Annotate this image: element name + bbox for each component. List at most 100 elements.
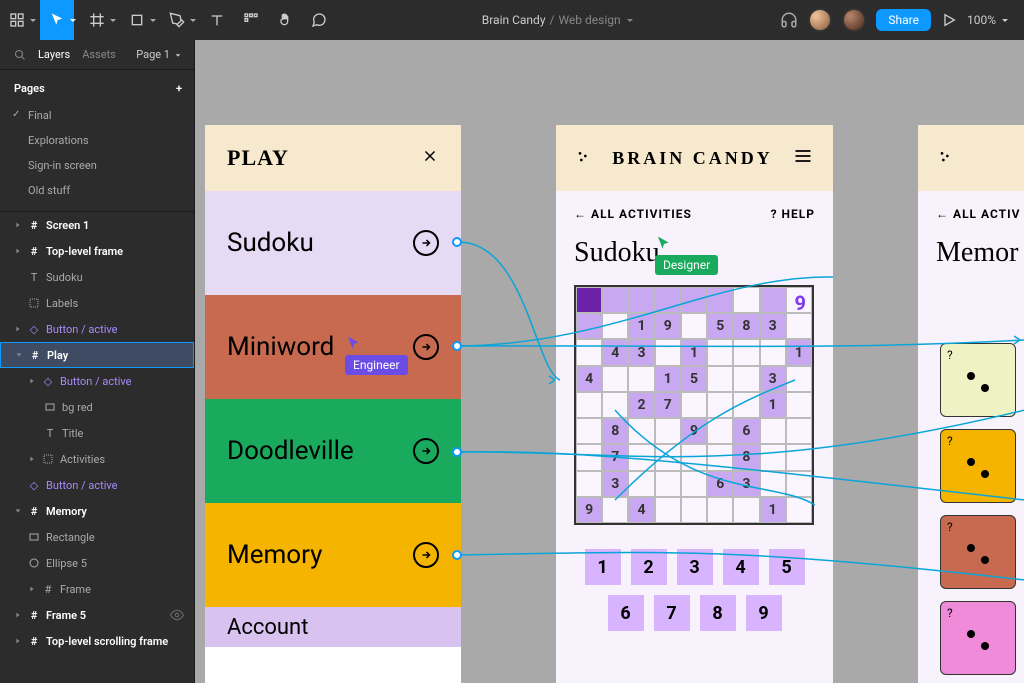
sudoku-cell[interactable]: 3 xyxy=(628,339,654,365)
sudoku-cell[interactable]: 3 xyxy=(602,471,628,497)
numpad-key[interactable]: 2 xyxy=(631,549,667,585)
menu-icon[interactable] xyxy=(793,146,813,170)
sudoku-cell[interactable] xyxy=(707,418,733,444)
sudoku-cell[interactable] xyxy=(628,287,654,313)
sudoku-cell[interactable] xyxy=(628,418,654,444)
sudoku-cell[interactable]: 1 xyxy=(760,497,786,523)
sudoku-cell[interactable] xyxy=(786,313,812,339)
sudoku-cell[interactable] xyxy=(707,366,733,392)
sudoku-grid[interactable]: 1958343114153271896783639419 xyxy=(574,285,814,525)
layer-row[interactable]: TSudoku xyxy=(0,264,194,290)
layer-row[interactable]: ◇Button / active xyxy=(0,316,194,342)
sudoku-cell[interactable] xyxy=(760,339,786,365)
sudoku-cell[interactable]: 3 xyxy=(760,313,786,339)
layer-row[interactable]: Ellipse 5 xyxy=(0,550,194,576)
sudoku-cell[interactable] xyxy=(733,366,759,392)
numpad-key[interactable]: 3 xyxy=(677,549,713,585)
sudoku-cell[interactable] xyxy=(655,497,681,523)
tab-assets[interactable]: Assets xyxy=(82,48,116,61)
sudoku-cell[interactable] xyxy=(602,313,628,339)
layer-row[interactable]: #Memory xyxy=(0,498,194,524)
layer-row[interactable]: #Top-level frame xyxy=(0,238,194,264)
layer-row[interactable]: #Frame 5 xyxy=(0,602,194,628)
sudoku-cell[interactable]: 9 xyxy=(655,313,681,339)
sudoku-cell[interactable] xyxy=(628,471,654,497)
sudoku-cell[interactable] xyxy=(733,497,759,523)
sudoku-cell[interactable]: 4 xyxy=(628,497,654,523)
sudoku-cell[interactable] xyxy=(655,339,681,365)
sudoku-cell[interactable] xyxy=(655,287,681,313)
sudoku-cell[interactable]: 6 xyxy=(707,471,733,497)
layer-row-selected[interactable]: #Play xyxy=(0,342,194,368)
numpad-key[interactable]: 5 xyxy=(769,549,805,585)
resources-tool-button[interactable] xyxy=(234,0,268,40)
sudoku-cell[interactable] xyxy=(760,287,786,313)
sudoku-cell[interactable]: 5 xyxy=(707,313,733,339)
sudoku-cell[interactable]: 5 xyxy=(681,366,707,392)
sudoku-cell[interactable] xyxy=(576,339,602,365)
sudoku-cell[interactable] xyxy=(681,287,707,313)
tab-layers[interactable]: Layers xyxy=(38,48,70,61)
help-link[interactable]: ? HELP xyxy=(771,207,815,221)
sudoku-cell[interactable] xyxy=(733,287,759,313)
text-tool-button[interactable] xyxy=(200,0,234,40)
sudoku-cell[interactable] xyxy=(707,444,733,470)
memory-card[interactable]: ? xyxy=(940,343,1016,417)
close-icon[interactable] xyxy=(421,147,439,169)
hand-tool-button[interactable] xyxy=(268,0,302,40)
play-row-sudoku[interactable]: Sudoku xyxy=(205,191,461,295)
share-button[interactable]: Share xyxy=(876,9,931,31)
layer-row[interactable]: #Top-level scrolling frame xyxy=(0,628,194,654)
layer-row[interactable]: Activities xyxy=(0,446,194,472)
sudoku-cell[interactable] xyxy=(707,392,733,418)
sudoku-cell[interactable]: 4 xyxy=(602,339,628,365)
sudoku-cell[interactable] xyxy=(576,287,602,313)
sudoku-cell[interactable] xyxy=(602,497,628,523)
sudoku-cell[interactable] xyxy=(786,444,812,470)
frame-memory[interactable]: BRA ← ALL ACTIV Memor ???? xyxy=(918,125,1024,683)
sudoku-cell[interactable] xyxy=(602,287,628,313)
connector-endpoint[interactable] xyxy=(452,447,462,457)
numpad-key[interactable]: 6 xyxy=(608,595,644,631)
sudoku-cell[interactable]: 9 xyxy=(576,497,602,523)
sudoku-cell[interactable] xyxy=(681,392,707,418)
sudoku-cell[interactable] xyxy=(786,366,812,392)
layer-row[interactable]: bg red xyxy=(0,394,194,420)
page-item[interactable]: Old stuff xyxy=(0,178,194,203)
layer-row[interactable]: Labels xyxy=(0,290,194,316)
memory-card[interactable]: ? xyxy=(940,429,1016,503)
numpad-key[interactable]: 9 xyxy=(746,595,782,631)
sudoku-cell[interactable] xyxy=(786,497,812,523)
back-all-activities[interactable]: ← ALL ACTIVITIES xyxy=(574,207,692,221)
sudoku-cell[interactable]: 3 xyxy=(733,471,759,497)
numpad-key[interactable]: 1 xyxy=(585,549,621,585)
page-item[interactable]: Final xyxy=(0,103,194,128)
zoom-dropdown[interactable]: 100% xyxy=(967,13,1010,27)
sudoku-cell[interactable]: 8 xyxy=(733,444,759,470)
sudoku-cell[interactable]: 8 xyxy=(602,418,628,444)
sudoku-cell[interactable]: 6 xyxy=(733,418,759,444)
page-item[interactable]: Explorations xyxy=(0,128,194,153)
layer-row[interactable]: TTitle xyxy=(0,420,194,446)
sudoku-cell[interactable] xyxy=(602,366,628,392)
sudoku-cell[interactable] xyxy=(760,444,786,470)
sudoku-cell[interactable] xyxy=(655,444,681,470)
sudoku-cell[interactable]: 1 xyxy=(628,313,654,339)
layer-row[interactable]: Rectangle xyxy=(0,524,194,550)
document-title[interactable]: Brain Candy / Web design xyxy=(336,13,780,27)
sudoku-cell[interactable]: 4 xyxy=(576,366,602,392)
sudoku-cell[interactable] xyxy=(733,339,759,365)
sudoku-cell[interactable] xyxy=(707,497,733,523)
memory-card[interactable]: ? xyxy=(940,601,1016,675)
sudoku-cell[interactable]: 7 xyxy=(655,392,681,418)
sudoku-cell[interactable]: 2 xyxy=(628,392,654,418)
visibility-icon[interactable] xyxy=(170,608,184,622)
comment-tool-button[interactable] xyxy=(302,0,336,40)
connector-endpoint[interactable] xyxy=(452,341,462,351)
sudoku-cell[interactable]: 1 xyxy=(786,339,812,365)
sudoku-cell[interactable]: 1 xyxy=(655,366,681,392)
sudoku-cell[interactable] xyxy=(655,418,681,444)
play-row-memory[interactable]: Memory xyxy=(205,503,461,607)
sudoku-cell[interactable] xyxy=(733,392,759,418)
sudoku-cell[interactable] xyxy=(655,471,681,497)
